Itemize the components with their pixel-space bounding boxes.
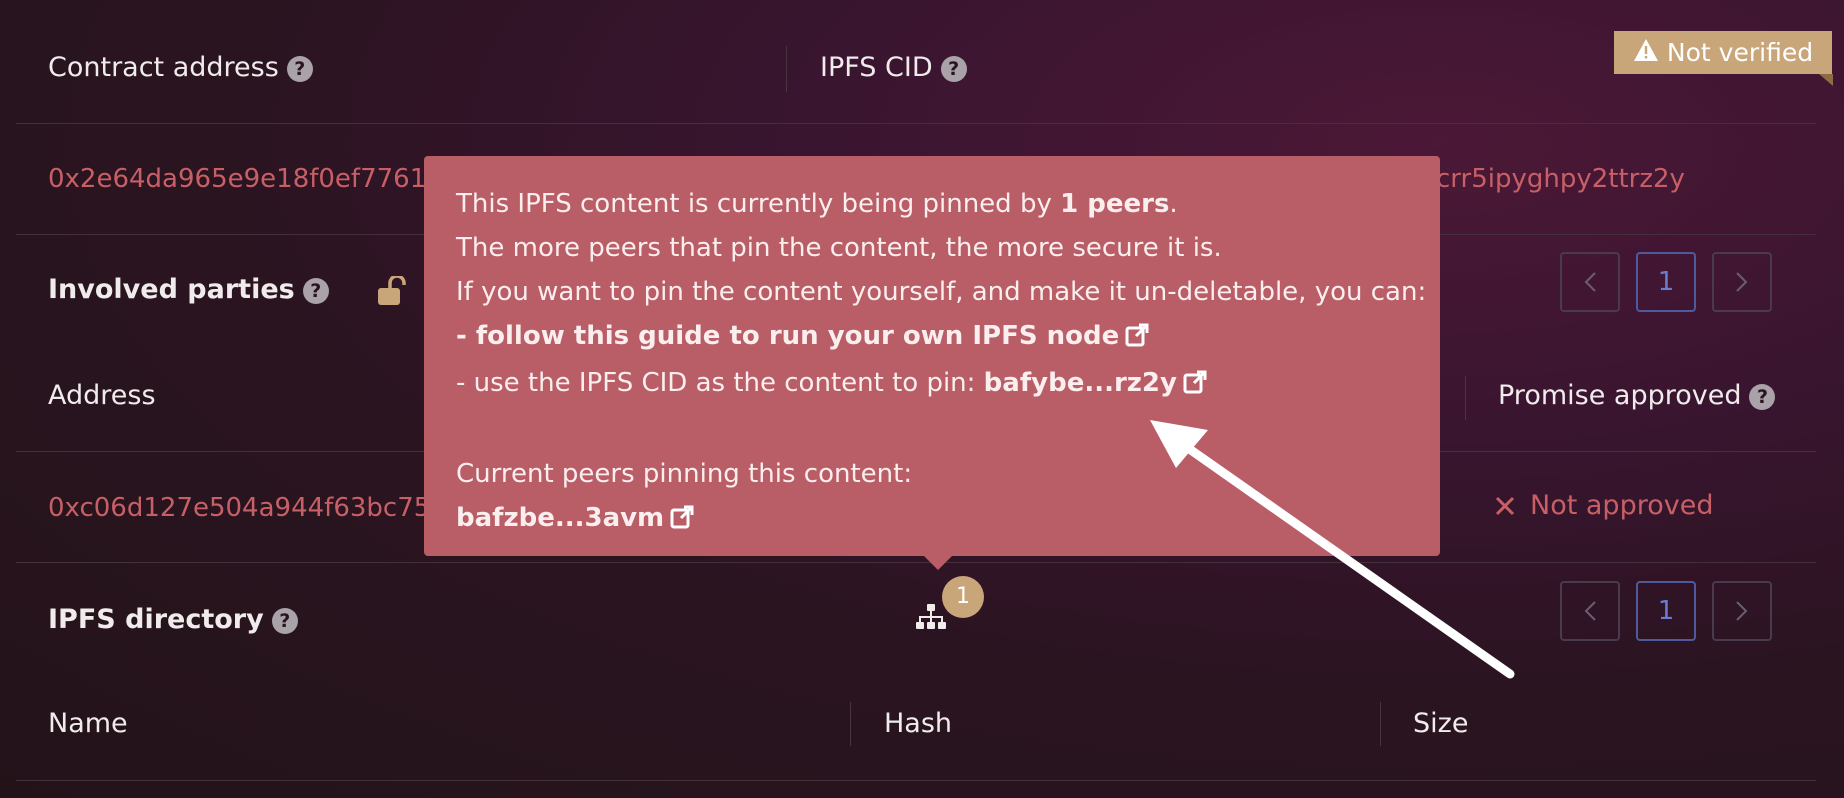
annotation-arrow-icon [1150, 420, 1515, 679]
